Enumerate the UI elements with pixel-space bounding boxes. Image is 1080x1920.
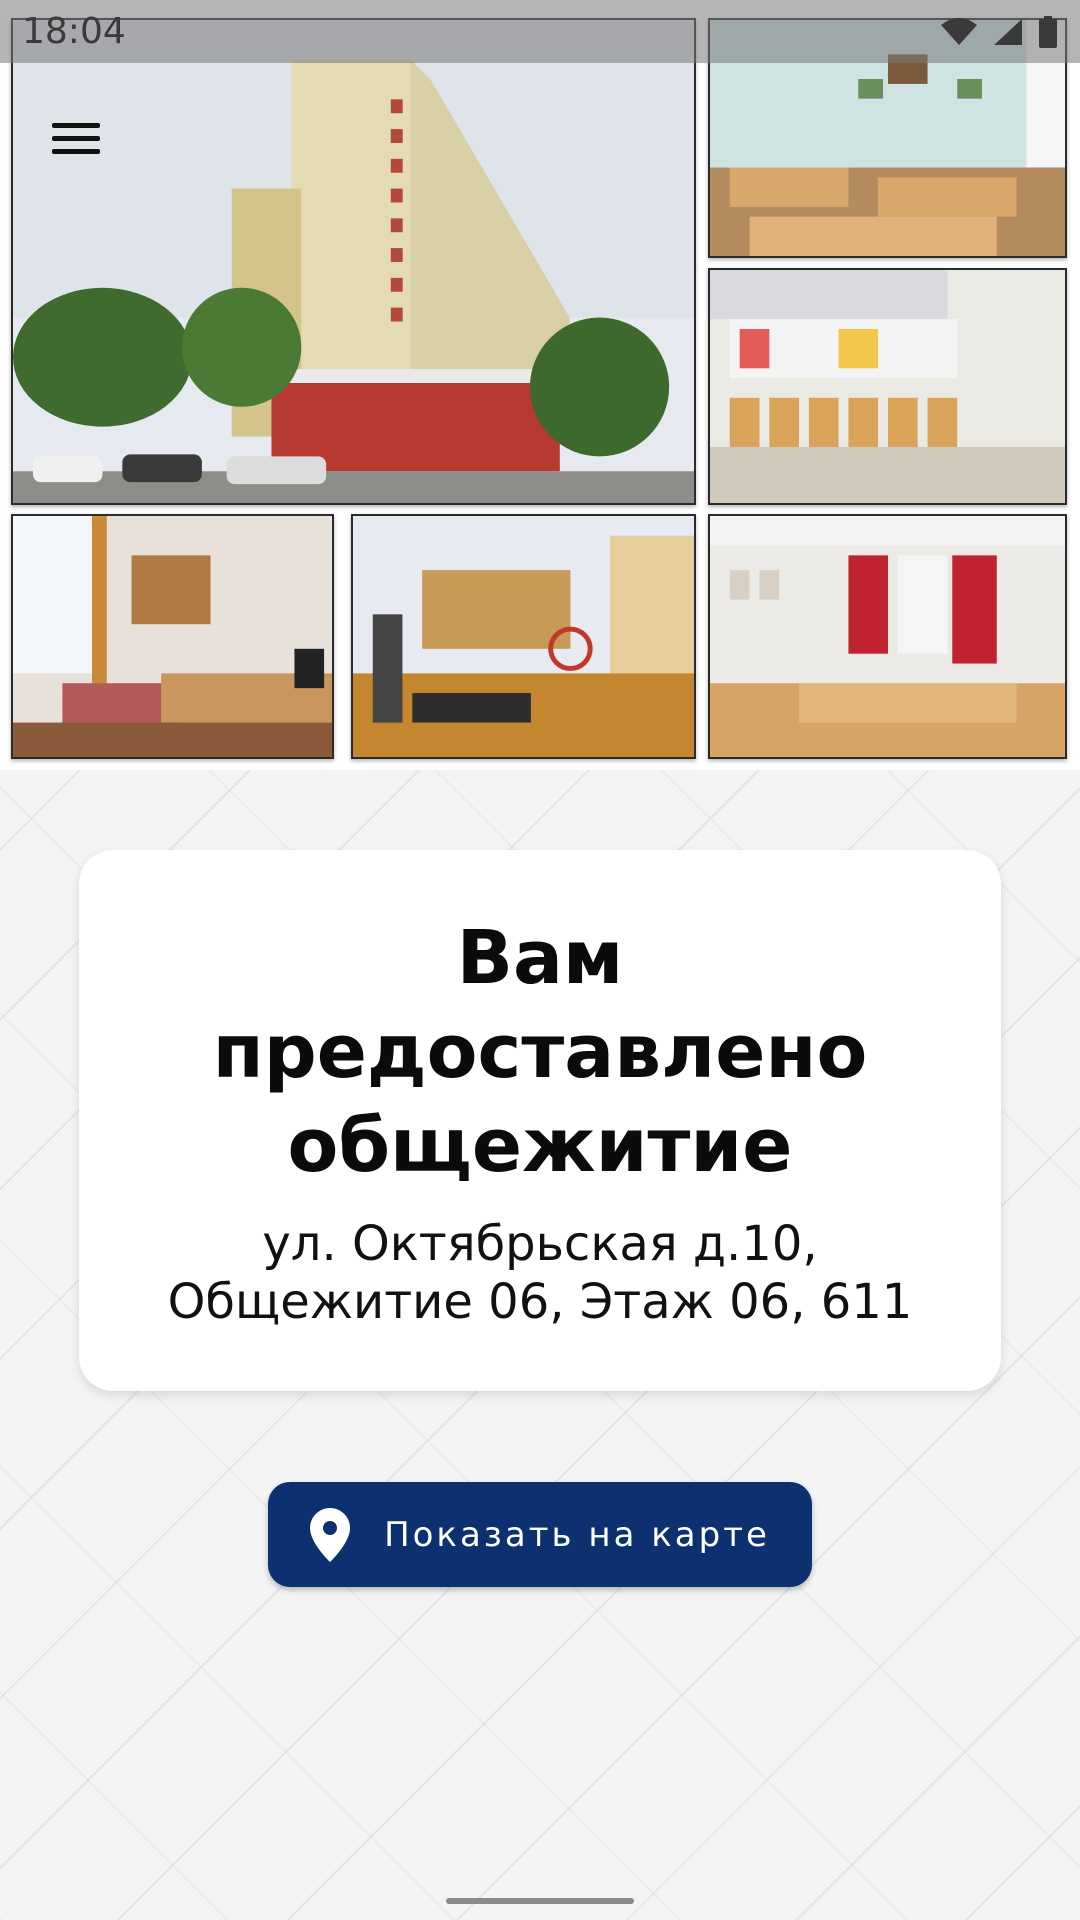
card-title: Вам предоставлено общежитие	[212, 914, 868, 1189]
menu-bar	[52, 122, 100, 128]
status-icons	[940, 15, 1058, 48]
bedroom-photo	[11, 514, 334, 759]
card-address: ул. Октябрьская д.10, Общежитие 06, Этаж…	[140, 1215, 940, 1331]
hamburger-menu-icon[interactable]	[52, 112, 112, 164]
wifi-icon	[941, 17, 977, 45]
dormitory-building-photo	[11, 18, 696, 505]
home-indicator[interactable]	[446, 1898, 634, 1904]
show-on-map-button[interactable]: Показать на карте	[268, 1482, 812, 1587]
menu-bar	[52, 135, 100, 141]
battery-icon	[1039, 15, 1057, 48]
address-line-1: ул. Октябрьская д.10,	[262, 1215, 818, 1272]
dormitory-info-card: Вам предоставлено общежитие ул. Октябрьс…	[79, 850, 1001, 1391]
status-bar: 18:04	[0, 0, 1080, 63]
map-pin-icon	[310, 1507, 351, 1562]
status-time: 18:04	[22, 11, 126, 52]
menu-bar	[52, 148, 100, 154]
show-on-map-label: Показать на карте	[384, 1514, 770, 1555]
gym-photo	[351, 514, 696, 759]
meeting-room-photo	[708, 514, 1067, 759]
signal-icon	[994, 18, 1022, 45]
hallway-lounge-photo	[708, 268, 1067, 505]
address-line-2: Общежитие 06, Этаж 06, 611	[167, 1273, 913, 1330]
photo-gallery	[0, 0, 1080, 770]
